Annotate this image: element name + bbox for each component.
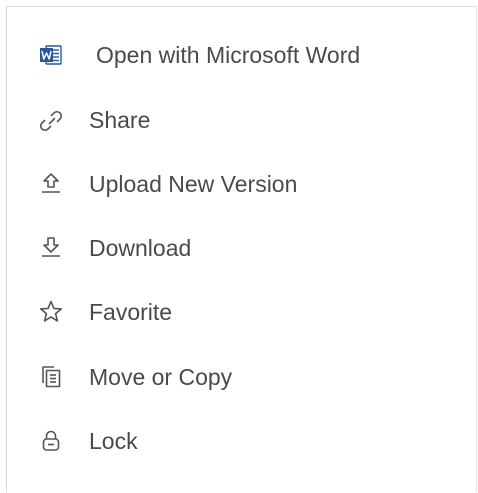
- upload-icon: [37, 170, 65, 198]
- menu-item-lock[interactable]: Lock: [7, 416, 476, 466]
- word-icon: [37, 41, 65, 69]
- menu-item-label: Lock: [89, 428, 138, 454]
- star-icon: [37, 298, 65, 326]
- menu-item-label: Favorite: [89, 299, 173, 325]
- menu-item-label: Upload New Version: [89, 171, 298, 197]
- menu-item-label: Download: [89, 235, 192, 261]
- lock-icon: [37, 427, 65, 455]
- menu-item-share[interactable]: Share: [7, 95, 476, 145]
- menu-item-download[interactable]: Download: [7, 223, 476, 273]
- download-icon: [37, 234, 65, 262]
- menu-item-label: Move or Copy: [89, 364, 233, 390]
- menu-item-open-with-word[interactable]: Open with Microsoft Word: [7, 30, 476, 80]
- context-menu: Open with Microsoft Word Share Upload Ne…: [6, 6, 477, 492]
- link-icon: [37, 106, 65, 134]
- menu-item-label: Open with Microsoft Word: [96, 42, 361, 68]
- menu-item-label: Share: [89, 107, 151, 133]
- menu-item-upload-new-version[interactable]: Upload New Version: [7, 159, 476, 209]
- copy-icon: [37, 363, 65, 391]
- menu-item-favorite[interactable]: Favorite: [7, 287, 476, 337]
- menu-item-move-or-copy[interactable]: Move or Copy: [7, 352, 476, 402]
